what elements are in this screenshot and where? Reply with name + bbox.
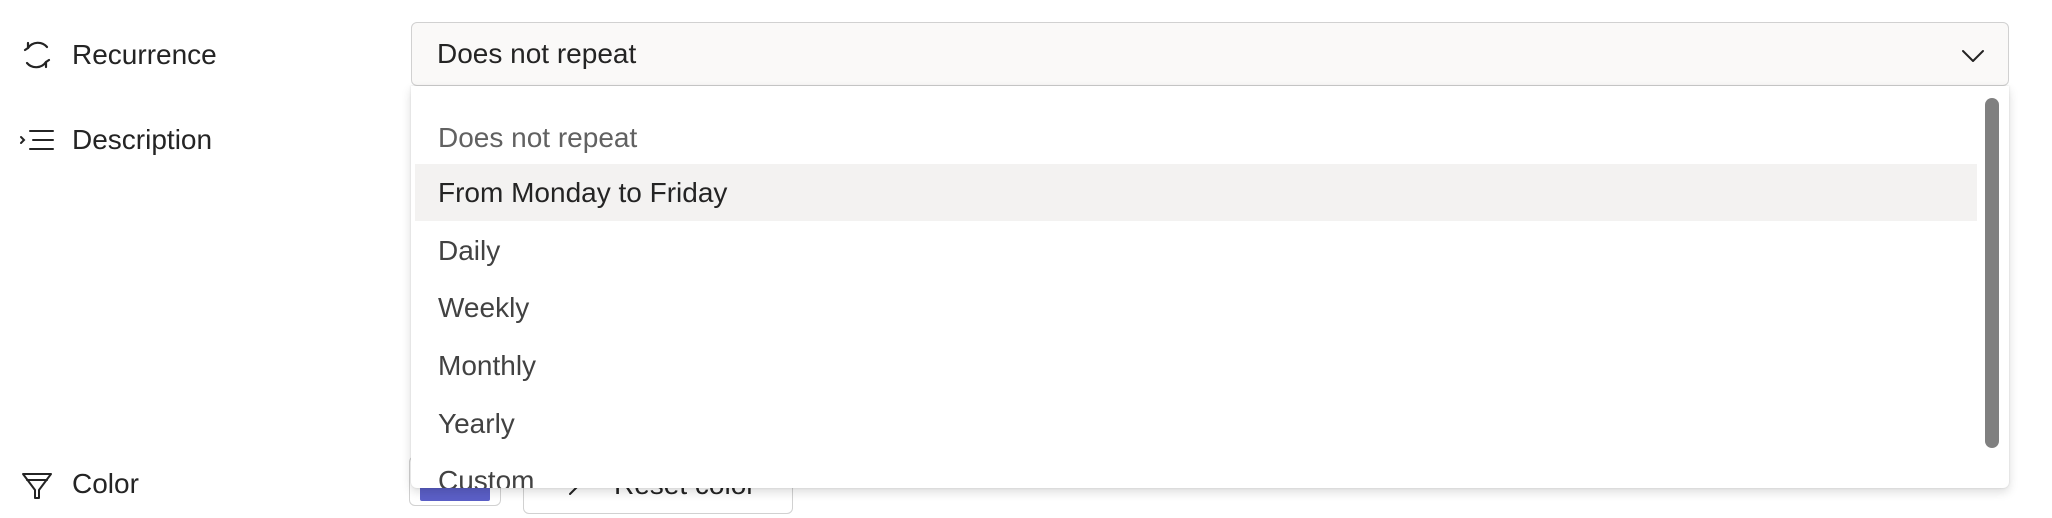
recurrence-selected-value: Does not repeat <box>437 38 637 69</box>
chevron-down-icon <box>1962 50 1984 62</box>
option-monday-to-friday[interactable]: From Monday to Friday <box>415 164 1977 221</box>
option-monthly[interactable]: Monthly <box>415 337 1977 394</box>
description-icon <box>18 121 56 159</box>
recurrence-dropdown[interactable]: Does not repeat From Monday to Friday Da… <box>411 86 2009 488</box>
option-weekly[interactable]: Weekly <box>415 279 1977 336</box>
description-label: Description <box>72 124 213 155</box>
option-daily[interactable]: Daily <box>415 222 1977 279</box>
recurrence-icon <box>18 36 56 74</box>
option-custom[interactable]: Custom <box>415 452 1977 489</box>
color-row-label: Color <box>18 465 139 503</box>
option-does-not-repeat[interactable]: Does not repeat <box>415 109 1977 166</box>
color-label: Color <box>72 468 139 499</box>
recurrence-select[interactable]: Does not repeat <box>411 22 2009 86</box>
dropdown-scrollbar[interactable] <box>1985 98 1999 448</box>
option-yearly[interactable]: Yearly <box>415 395 1977 452</box>
description-row-label: Description <box>18 121 212 159</box>
recurrence-label: Recurrence <box>72 39 217 70</box>
recurrence-row-label: Recurrence <box>18 36 217 74</box>
paint-bucket-icon <box>18 465 56 503</box>
